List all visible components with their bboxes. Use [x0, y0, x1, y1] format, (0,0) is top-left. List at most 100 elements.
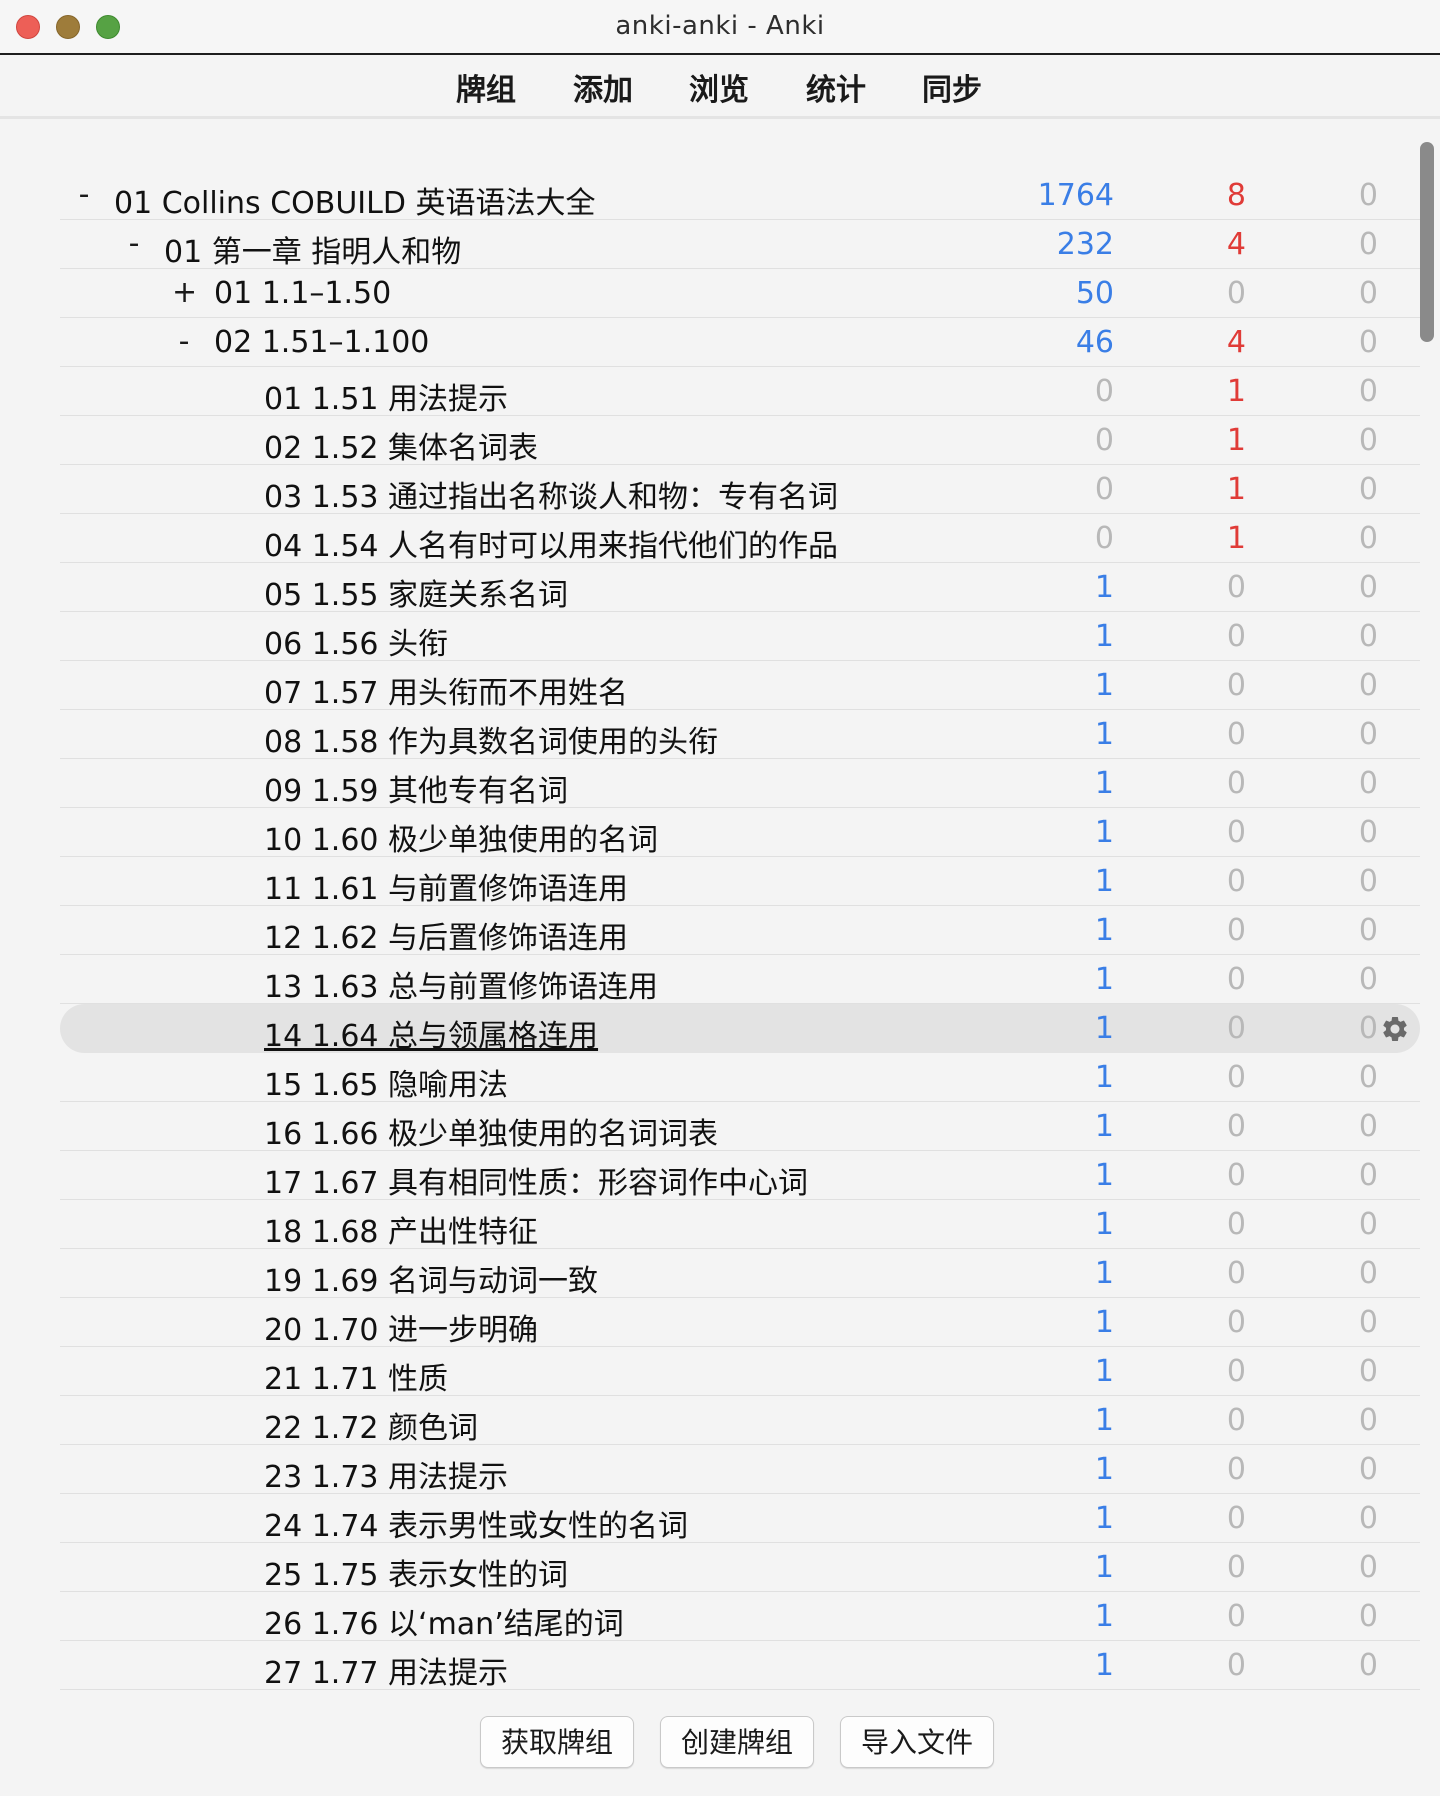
deck-name-link[interactable]: 27 1.77 用法提示 [264, 1648, 508, 1692]
deck-row[interactable]: -02 1.51–1.100 46 4 0 [60, 318, 1420, 367]
deck-row[interactable]: 16 1.66 极少单独使用的名词词表 1 0 0 [60, 1102, 1420, 1153]
count-learn: 1 [1226, 374, 1246, 409]
count-new: 1 [1094, 1060, 1114, 1095]
deck-row[interactable]: 18 1.68 产出性特征 1 0 0 [60, 1200, 1420, 1251]
deck-row[interactable]: 12 1.62 与后置修饰语连用 1 0 0 [60, 906, 1420, 957]
deck-row[interactable]: 07 1.57 用头衔而不用姓名 1 0 0 [60, 661, 1420, 712]
scrollbar-thumb[interactable] [1420, 142, 1434, 342]
deck-name-link[interactable]: 01 Collins COBUILD 英语语法大全 [114, 178, 596, 222]
window-title: anki-anki - Anki [615, 11, 825, 41]
deck-row[interactable]: 26 1.76 以‘man’结尾的词 1 0 0 [60, 1592, 1420, 1643]
deck-name-link[interactable]: 23 1.73 用法提示 [264, 1452, 508, 1496]
collapse-deck-toggle[interactable]: - [172, 324, 196, 359]
deck-name-link[interactable]: 17 1.67 具有相同性质：形容词作中心词 [264, 1158, 808, 1202]
deck-name-link[interactable]: 08 1.58 作为具数名词使用的头衔 [264, 717, 718, 761]
deck-name-link[interactable]: 05 1.55 家庭关系名词 [264, 570, 568, 614]
deck-row[interactable]: 24 1.74 表示男性或女性的名词 1 0 0 [60, 1494, 1420, 1545]
deck-name-link[interactable]: 01 第一章 指明人和物 [164, 227, 461, 271]
deck-name-link[interactable]: 09 1.59 其他专有名词 [264, 766, 568, 810]
deck-name-link[interactable]: 01 1.51 用法提示 [264, 374, 508, 418]
deck-row[interactable]: +01 1.1–1.50 50 0 0 [60, 269, 1420, 318]
deck-name-link[interactable]: 19 1.69 名词与动词一致 [264, 1256, 598, 1300]
count-new: 1 [1094, 766, 1114, 801]
deck-name-link[interactable]: 01 1.1–1.50 [214, 276, 391, 311]
count-new: 1 [1094, 1501, 1114, 1536]
deck-name-link[interactable]: 10 1.60 极少单独使用的名词 [264, 815, 658, 859]
deck-name-link[interactable]: 06 1.56 头衔 [264, 619, 448, 663]
count-learn: 0 [1226, 1207, 1246, 1242]
count-due: 0 [1358, 1305, 1378, 1340]
deck-name-link[interactable]: 22 1.72 颜色词 [264, 1403, 478, 1447]
deck-row[interactable]: 09 1.59 其他专有名词 1 0 0 [60, 759, 1420, 810]
count-due: 0 [1358, 276, 1378, 311]
count-learn: 0 [1226, 1060, 1246, 1095]
count-learn: 8 [1226, 178, 1246, 213]
deck-row[interactable]: 11 1.61 与前置修饰语连用 1 0 0 [60, 857, 1420, 908]
deck-row[interactable]: 27 1.77 用法提示 1 0 0 [60, 1641, 1420, 1692]
count-due: 0 [1358, 913, 1378, 948]
deck-name-link[interactable]: 07 1.57 用头衔而不用姓名 [264, 668, 628, 712]
toolbar-stats[interactable]: 统计 [806, 65, 866, 109]
deck-row[interactable]: 21 1.71 性质 1 0 0 [60, 1347, 1420, 1398]
deck-name-link[interactable]: 03 1.53 通过指出名称谈人和物：专有名词 [264, 472, 838, 516]
deck-row[interactable]: 14 1.64 总与领属格连用 1 0 0 [60, 1004, 1420, 1055]
deck-row[interactable]: -01 Collins COBUILD 英语语法大全 1764 8 0 [60, 171, 1420, 222]
deck-row[interactable]: -01 第一章 指明人和物 232 4 0 [60, 220, 1420, 271]
deck-name-link[interactable]: 13 1.63 总与前置修饰语连用 [264, 962, 658, 1006]
deck-row[interactable]: 17 1.67 具有相同性质：形容词作中心词 1 0 0 [60, 1151, 1420, 1202]
deck-name-link[interactable]: 25 1.75 表示女性的词 [264, 1550, 568, 1594]
count-due: 0 [1358, 962, 1378, 997]
toolbar-add[interactable]: 添加 [573, 65, 633, 109]
deck-name-link[interactable]: 16 1.66 极少单独使用的名词词表 [264, 1109, 718, 1153]
count-new: 232 [1056, 227, 1114, 262]
deck-name-link[interactable]: 21 1.71 性质 [264, 1354, 448, 1398]
deck-row[interactable]: 08 1.58 作为具数名词使用的头衔 1 0 0 [60, 710, 1420, 761]
deck-row[interactable]: 05 1.55 家庭关系名词 1 0 0 [60, 563, 1420, 614]
deck-name-link[interactable]: 20 1.70 进一步明确 [264, 1305, 538, 1349]
scrollbar-track[interactable] [1420, 140, 1434, 1700]
collapse-deck-toggle[interactable]: - [122, 226, 146, 261]
deck-name-link[interactable]: 26 1.76 以‘man’结尾的词 [264, 1599, 624, 1643]
gear-icon[interactable] [1380, 1014, 1410, 1044]
deck-row[interactable]: 25 1.75 表示女性的词 1 0 0 [60, 1543, 1420, 1594]
count-due: 0 [1358, 1599, 1378, 1634]
count-learn: 0 [1226, 1599, 1246, 1634]
count-new: 1 [1094, 570, 1114, 605]
toolbar-sync[interactable]: 同步 [922, 65, 982, 109]
collapse-deck-toggle[interactable]: - [72, 177, 96, 212]
deck-name-link[interactable]: 15 1.65 隐喻用法 [264, 1060, 508, 1104]
deck-row[interactable]: 02 1.52 集体名词表 0 1 0 [60, 416, 1420, 467]
deck-row[interactable]: 04 1.54 人名有时可以用来指代他们的作品 0 1 0 [60, 514, 1420, 565]
deck-name-link[interactable]: 02 1.52 集体名词表 [264, 423, 538, 467]
deck-row[interactable]: 01 1.51 用法提示 0 1 0 [60, 367, 1420, 418]
deck-name-link[interactable]: 11 1.61 与前置修饰语连用 [264, 864, 628, 908]
count-learn: 0 [1226, 1452, 1246, 1487]
toolbar-decks[interactable]: 牌组 [456, 65, 516, 109]
count-learn: 0 [1226, 1550, 1246, 1585]
deck-name-link[interactable]: 14 1.64 总与领属格连用 [264, 1011, 598, 1055]
deck-name-link[interactable]: 18 1.68 产出性特征 [264, 1207, 538, 1251]
deck-name-link[interactable]: 12 1.62 与后置修饰语连用 [264, 913, 628, 957]
count-learn: 0 [1226, 1011, 1246, 1046]
toolbar-browse[interactable]: 浏览 [689, 65, 749, 109]
deck-row[interactable]: 22 1.72 颜色词 1 0 0 [60, 1396, 1420, 1447]
count-learn: 0 [1226, 913, 1246, 948]
deck-row[interactable]: 23 1.73 用法提示 1 0 0 [60, 1445, 1420, 1496]
deck-row[interactable]: 15 1.65 隐喻用法 1 0 0 [60, 1053, 1420, 1104]
deck-name-link[interactable]: 04 1.54 人名有时可以用来指代他们的作品 [264, 521, 838, 565]
deck-row[interactable]: 19 1.69 名词与动词一致 1 0 0 [60, 1249, 1420, 1300]
import-file-button[interactable]: 导入文件 [840, 1716, 994, 1768]
deck-row[interactable]: 06 1.56 头衔 1 0 0 [60, 612, 1420, 663]
expand-deck-toggle[interactable]: + [172, 275, 197, 310]
deck-name-link[interactable]: 02 1.51–1.100 [214, 325, 429, 360]
deck-row[interactable]: 03 1.53 通过指出名称谈人和物：专有名词 0 1 0 [60, 465, 1420, 516]
count-new: 1 [1094, 668, 1114, 703]
deck-row[interactable]: 20 1.70 进一步明确 1 0 0 [60, 1298, 1420, 1349]
create-deck-button[interactable]: 创建牌组 [660, 1716, 814, 1768]
deck-row[interactable]: 10 1.60 极少单独使用的名词 1 0 0 [60, 808, 1420, 859]
deck-name-link[interactable]: 24 1.74 表示男性或女性的名词 [264, 1501, 688, 1545]
count-learn: 1 [1226, 423, 1246, 458]
count-learn: 0 [1226, 619, 1246, 654]
deck-row[interactable]: 13 1.63 总与前置修饰语连用 1 0 0 [60, 955, 1420, 1006]
get-shared-button[interactable]: 获取牌组 [480, 1716, 634, 1768]
